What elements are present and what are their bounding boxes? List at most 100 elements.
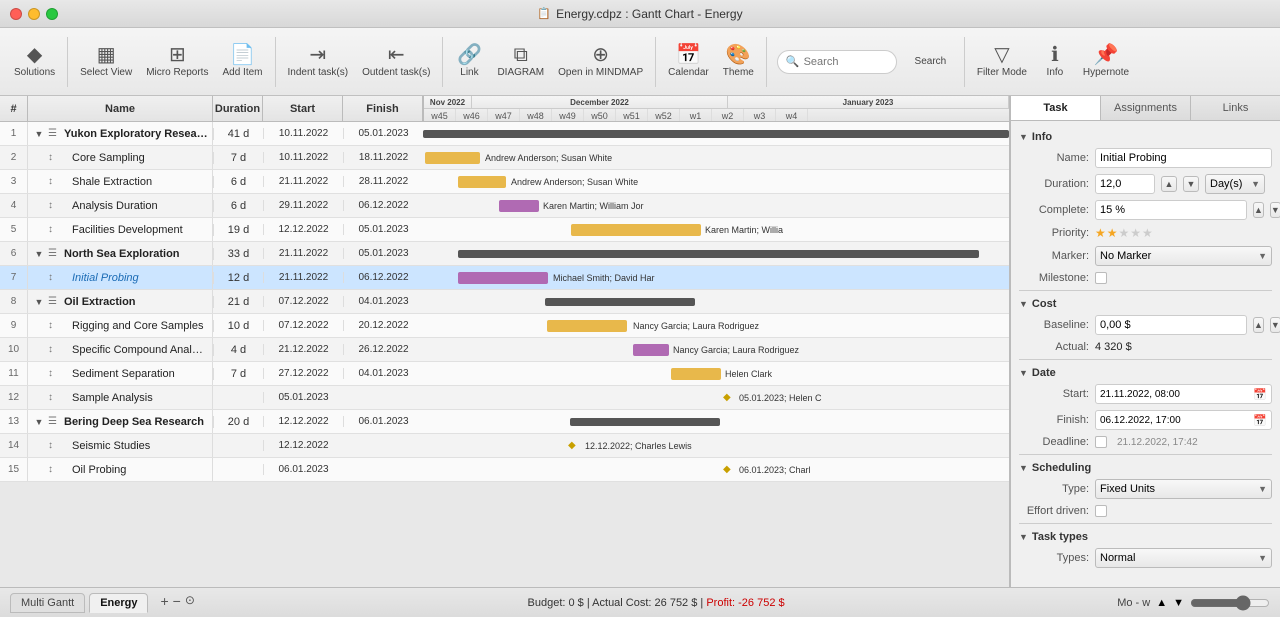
table-row[interactable]: 6 ▼ ☰ North Sea Exploration 33 d 21.11.2…	[0, 242, 1009, 266]
table-row[interactable]: 10 ↕ Specific Compound Analysis 4 d 21.1…	[0, 338, 1009, 362]
search-button[interactable]: Search	[903, 32, 958, 92]
table-row[interactable]: 5 ↕ Facilities Development 19 d 12.12.20…	[0, 218, 1009, 242]
filter-mode-button[interactable]: ▽ Filter Mode	[971, 32, 1033, 92]
profit-text: Profit: -26 752 $	[706, 597, 784, 609]
diagram-label: DIAGRAM	[497, 67, 544, 78]
zoom-slider[interactable]	[1190, 595, 1270, 611]
expand-icon-1[interactable]: ▼	[30, 129, 48, 139]
name-field-label: Name:	[1019, 152, 1089, 164]
table-row[interactable]: 1 ▼ ☰ Yukon Exploratory Research 41 d 10…	[0, 122, 1009, 146]
baseline-field-input[interactable]	[1095, 315, 1247, 335]
table-row[interactable]: 9 ↕ Rigging and Core Samples 10 d 07.12.…	[0, 314, 1009, 338]
table-row[interactable]: 2 ↕ Core Sampling 7 d 10.11.2022 18.11.2…	[0, 146, 1009, 170]
info-button[interactable]: ℹ Info	[1035, 32, 1075, 92]
table-row[interactable]: 7 ↕ Initial Probing 12 d 21.11.2022 06.1…	[0, 266, 1009, 290]
theme-button[interactable]: 🎨 Theme	[717, 32, 760, 92]
finish-calendar-icon[interactable]: 📅	[1253, 414, 1267, 427]
tab-energy[interactable]: Energy	[89, 593, 148, 613]
table-row[interactable]: 15 ↕ Oil Probing 06.01.2023 ◆ 06.01.2023…	[0, 458, 1009, 482]
hypernote-button[interactable]: 📌 Hypernote	[1077, 32, 1135, 92]
select-view-icon: ▦	[97, 45, 116, 65]
row-name-11: Sediment Separation	[64, 368, 212, 380]
row-name-5: Facilities Development	[64, 224, 212, 236]
table-row[interactable]: 11 ↕ Sediment Separation 7 d 27.12.2022 …	[0, 362, 1009, 386]
name-cell-1: ▼ ☰ Yukon Exploratory Research	[28, 122, 213, 145]
search-input[interactable]	[804, 56, 889, 68]
minimize-button[interactable]	[28, 8, 40, 20]
panel-tabs: Task Assignments Links	[1011, 96, 1280, 121]
expand-icon-8[interactable]: ▼	[30, 297, 48, 307]
tab-assignments[interactable]: Assignments	[1101, 96, 1191, 120]
complete-up-btn[interactable]: ▲	[1253, 202, 1264, 218]
table-row[interactable]: 4 ↕ Analysis Duration 6 d 29.11.2022 06.…	[0, 194, 1009, 218]
calendar-button[interactable]: 📅 Calendar	[662, 32, 715, 92]
section-scheduling-header[interactable]: ▼ Scheduling	[1019, 458, 1272, 476]
zoom-down-icon[interactable]: ▼	[1173, 597, 1184, 609]
section-info-header[interactable]: ▼ Info	[1019, 127, 1272, 145]
maximize-button[interactable]	[46, 8, 58, 20]
add-item-button[interactable]: 📄 Add Item	[216, 32, 268, 92]
table-row[interactable]: 12 ↕ Sample Analysis 05.01.2023 ◆ 05.01.…	[0, 386, 1009, 410]
row-name-7: Initial Probing	[64, 272, 212, 284]
select-view-button[interactable]: ▦ Select View	[74, 32, 138, 92]
window-controls[interactable]	[10, 8, 58, 20]
row-num-14: 14	[0, 434, 28, 457]
outdent-button[interactable]: ⇤ Outdent task(s)	[356, 32, 436, 92]
section-task-types-header[interactable]: ▼ Task types	[1019, 527, 1272, 545]
duration-up-btn[interactable]: ▲	[1161, 176, 1177, 192]
finish-date-field[interactable]: 06.12.2022, 17:00 📅	[1095, 410, 1272, 430]
table-row[interactable]: 8 ▼ ☰ Oil Extraction 21 d 07.12.2022 04.…	[0, 290, 1009, 314]
hypernote-icon: 📌	[1094, 45, 1119, 65]
baseline-up-btn[interactable]: ▲	[1253, 317, 1264, 333]
link-button[interactable]: 🔗 Link	[449, 32, 489, 92]
effort-driven-checkbox[interactable]	[1095, 505, 1107, 517]
row-num-15: 15	[0, 458, 28, 481]
table-row[interactable]: 13 ▼ ☰ Bering Deep Sea Research 20 d 12.…	[0, 410, 1009, 434]
complete-field-input[interactable]	[1095, 200, 1247, 220]
duration-down-btn[interactable]: ▼	[1183, 176, 1199, 192]
zoom-fit-icon[interactable]: ⊙	[185, 593, 195, 613]
type-field-label: Type:	[1019, 483, 1089, 495]
expand-icon-13[interactable]: ▼	[30, 417, 48, 427]
zoom-add-icon[interactable]: +	[160, 593, 168, 613]
micro-reports-button[interactable]: ⊞ Micro Reports	[140, 32, 214, 92]
deadline-checkbox[interactable]	[1095, 436, 1107, 448]
section-cost-header[interactable]: ▼ Cost	[1019, 294, 1272, 312]
solutions-button[interactable]: ◆ Solutions	[8, 32, 61, 92]
close-button[interactable]	[10, 8, 22, 20]
table-row[interactable]: 14 ↕ Seismic Studies 12.12.2022 ◆ 12.12.…	[0, 434, 1009, 458]
info-icon: ℹ	[1051, 45, 1059, 65]
row-name-6: North Sea Exploration	[64, 248, 212, 260]
start-date-field[interactable]: 21.11.2022, 08:00 📅	[1095, 384, 1272, 404]
zoom-remove-icon[interactable]: −	[173, 593, 181, 613]
separator-1: |	[587, 597, 590, 609]
search-box[interactable]: 🔍	[777, 50, 897, 74]
priority-stars[interactable]: ★★★★★	[1095, 226, 1154, 240]
tab-multi-gantt[interactable]: Multi Gantt	[10, 593, 85, 613]
tab-task[interactable]: Task	[1011, 96, 1101, 120]
table-row[interactable]: 3 ↕ Shale Extraction 6 d 21.11.2022 28.1…	[0, 170, 1009, 194]
marker-select[interactable]: No Marker ▼	[1095, 246, 1272, 266]
row-start-7: 21.11.2022	[263, 272, 343, 283]
expand-icon-6[interactable]: ▼	[30, 249, 48, 259]
row-name-4: Analysis Duration	[64, 200, 212, 212]
row-dur-3: 6 d	[213, 176, 263, 188]
milestone-checkbox[interactable]	[1095, 272, 1107, 284]
open-mindmap-button[interactable]: ⊕ Open in MINDMAP	[552, 32, 649, 92]
baseline-field-label: Baseline:	[1019, 319, 1089, 331]
diagram-button[interactable]: ⧉ DIAGRAM	[491, 32, 550, 92]
types-select[interactable]: Normal ▼	[1095, 548, 1272, 568]
name-field-input[interactable]	[1095, 148, 1272, 168]
start-calendar-icon[interactable]: 📅	[1253, 388, 1267, 401]
baseline-down-btn[interactable]: ▼	[1270, 317, 1280, 333]
section-date-header[interactable]: ▼ Date	[1019, 363, 1272, 381]
type-select[interactable]: Fixed Units ▼	[1095, 479, 1272, 499]
complete-down-btn[interactable]: ▼	[1270, 202, 1280, 218]
tab-links[interactable]: Links	[1191, 96, 1280, 120]
duration-field-input[interactable]	[1095, 174, 1155, 194]
actual-field-label: Actual:	[1019, 341, 1089, 353]
field-priority: Priority: ★★★★★	[1019, 223, 1272, 243]
zoom-up-icon[interactable]: ▲	[1156, 597, 1167, 609]
duration-unit-select[interactable]: Day(s) ▼	[1205, 174, 1265, 194]
indent-button[interactable]: ⇥ Indent task(s)	[282, 32, 355, 92]
